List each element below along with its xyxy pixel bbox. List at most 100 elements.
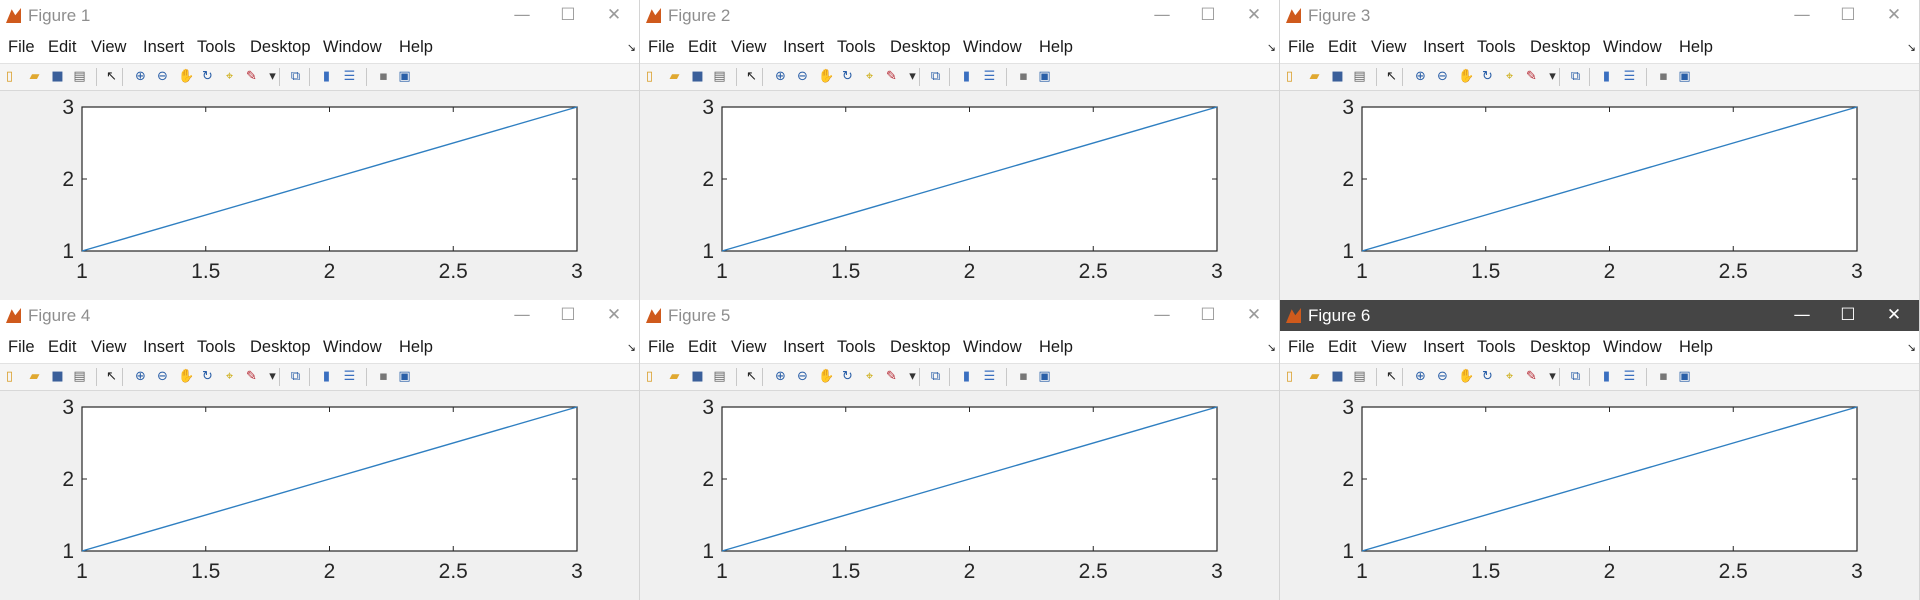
legend-icon[interactable]: ☰ (342, 69, 357, 84)
menu-insert[interactable]: Insert (1422, 331, 1465, 363)
new-figure-icon[interactable]: ▯ (1282, 69, 1297, 84)
zoom-out-icon[interactable]: ⊖ (1435, 69, 1450, 84)
minimize-button[interactable]: — (1779, 0, 1825, 31)
rotate-3d-icon[interactable]: ↻ (200, 69, 215, 84)
print-icon[interactable]: ▤ (72, 69, 87, 84)
brush-dropdown-icon[interactable]: ▾ (265, 369, 280, 384)
show-plot-tools-icon[interactable]: ▣ (397, 69, 412, 84)
pan-icon[interactable]: ✋ (1458, 369, 1474, 384)
link-plot-icon[interactable]: ⧉ (1568, 69, 1583, 84)
figure-window-4[interactable]: Figure 4 — ☐ ✕ ↘ File Edit View Insert Tools… (0, 300, 640, 600)
close-button[interactable]: ✕ (1871, 0, 1917, 31)
new-figure-icon[interactable]: ▯ (642, 69, 657, 84)
brush-dropdown-icon[interactable]: ▾ (905, 69, 920, 84)
close-button[interactable]: ✕ (1231, 0, 1277, 31)
save-icon[interactable]: ■ (1330, 369, 1345, 384)
save-icon[interactable]: ■ (690, 369, 705, 384)
brush-icon[interactable]: ✎ (244, 369, 259, 384)
link-plot-icon[interactable]: ⧉ (288, 369, 303, 384)
menu-file[interactable]: File (1287, 31, 1316, 63)
hide-plot-tools-icon[interactable]: ▪ (1016, 69, 1031, 84)
line-chart[interactable]: 1 1.5 2 2.5 3 1 2 3 (1280, 391, 1920, 600)
pan-icon[interactable]: ✋ (818, 369, 834, 384)
hide-plot-tools-icon[interactable]: ▪ (1016, 369, 1031, 384)
line-chart[interactable]: 1 1.5 2 2.5 3 1 2 3 (0, 391, 640, 600)
menu-view[interactable]: View (90, 31, 127, 63)
menu-window[interactable]: Window (322, 31, 383, 63)
save-icon[interactable]: ■ (1330, 69, 1345, 84)
maximize-button[interactable]: ☐ (1185, 300, 1231, 331)
menu-help[interactable]: Help (1038, 331, 1074, 363)
menu-overflow-icon[interactable]: ↘ (1907, 341, 1916, 354)
hide-plot-tools-icon[interactable]: ▪ (1656, 69, 1671, 84)
minimize-button[interactable]: — (1139, 300, 1185, 331)
line-chart[interactable]: 1 1.5 2 2.5 3 1 2 3 (640, 91, 1280, 300)
minimize-button[interactable]: — (499, 0, 545, 31)
minimize-button[interactable]: — (499, 300, 545, 331)
figure-window-5[interactable]: Figure 5 — ☐ ✕ ↘ File Edit View Insert Tools… (640, 300, 1280, 600)
menu-tools[interactable]: Tools (836, 31, 877, 63)
title-bar[interactable]: Figure 4 — ☐ ✕ (0, 300, 639, 331)
brush-icon[interactable]: ✎ (1524, 69, 1539, 84)
save-icon[interactable]: ■ (50, 69, 65, 84)
menu-insert[interactable]: Insert (142, 31, 185, 63)
rotate-3d-icon[interactable]: ↻ (200, 369, 215, 384)
menu-tools[interactable]: Tools (1476, 331, 1517, 363)
menu-desktop[interactable]: Desktop (889, 331, 952, 363)
menu-edit[interactable]: Edit (47, 31, 77, 63)
zoom-in-icon[interactable]: ⊕ (133, 369, 148, 384)
menu-file[interactable]: File (647, 331, 676, 363)
menu-insert[interactable]: Insert (1422, 31, 1465, 63)
legend-icon[interactable]: ☰ (342, 369, 357, 384)
menu-file[interactable]: File (1287, 331, 1316, 363)
title-bar[interactable]: Figure 1 — ☐ ✕ (0, 0, 639, 31)
menu-desktop[interactable]: Desktop (249, 31, 312, 63)
maximize-button[interactable]: ☐ (1185, 0, 1231, 31)
select-pointer-icon[interactable]: ↖ (104, 369, 119, 384)
show-plot-tools-icon[interactable]: ▣ (1677, 369, 1692, 384)
menu-help[interactable]: Help (1678, 31, 1714, 63)
hide-plot-tools-icon[interactable]: ▪ (376, 69, 391, 84)
menu-view[interactable]: View (730, 31, 767, 63)
menu-window[interactable]: Window (1602, 331, 1663, 363)
data-cursor-icon[interactable]: ⌖ (1502, 69, 1517, 84)
close-button[interactable]: ✕ (591, 0, 637, 31)
data-cursor-icon[interactable]: ⌖ (862, 369, 877, 384)
title-bar[interactable]: Figure 6 — ☐ ✕ (1280, 300, 1919, 331)
legend-icon[interactable]: ☰ (1622, 69, 1637, 84)
close-button[interactable]: ✕ (1231, 300, 1277, 331)
rotate-3d-icon[interactable]: ↻ (840, 369, 855, 384)
data-cursor-icon[interactable]: ⌖ (222, 369, 237, 384)
hide-plot-tools-icon[interactable]: ▪ (1656, 369, 1671, 384)
menu-insert[interactable]: Insert (142, 331, 185, 363)
zoom-out-icon[interactable]: ⊖ (795, 69, 810, 84)
zoom-in-icon[interactable]: ⊕ (1413, 369, 1428, 384)
colorbar-icon[interactable]: ▮ (959, 69, 974, 84)
menu-help[interactable]: Help (1038, 31, 1074, 63)
menu-view[interactable]: View (730, 331, 767, 363)
data-cursor-icon[interactable]: ⌖ (222, 69, 237, 84)
open-file-icon[interactable]: ▰ (1307, 369, 1322, 384)
menu-file[interactable]: File (7, 31, 36, 63)
colorbar-icon[interactable]: ▮ (319, 69, 334, 84)
menu-insert[interactable]: Insert (782, 31, 825, 63)
show-plot-tools-icon[interactable]: ▣ (1677, 69, 1692, 84)
line-chart[interactable]: 1 1.5 2 2.5 3 1 2 3 (1280, 91, 1920, 300)
brush-dropdown-icon[interactable]: ▾ (1545, 369, 1560, 384)
pan-icon[interactable]: ✋ (178, 69, 194, 84)
menu-view[interactable]: View (90, 331, 127, 363)
print-icon[interactable]: ▤ (1352, 69, 1367, 84)
print-icon[interactable]: ▤ (1352, 369, 1367, 384)
open-file-icon[interactable]: ▰ (667, 69, 682, 84)
colorbar-icon[interactable]: ▮ (319, 369, 334, 384)
menu-edit[interactable]: Edit (1327, 31, 1357, 63)
colorbar-icon[interactable]: ▮ (1599, 69, 1614, 84)
minimize-button[interactable]: — (1139, 0, 1185, 31)
line-chart[interactable]: 1 1.5 2 2.5 3 1 2 3 (0, 91, 640, 300)
rotate-3d-icon[interactable]: ↻ (1480, 69, 1495, 84)
menu-window[interactable]: Window (1602, 31, 1663, 63)
menu-edit[interactable]: Edit (47, 331, 77, 363)
menu-desktop[interactable]: Desktop (1529, 331, 1592, 363)
print-icon[interactable]: ▤ (712, 69, 727, 84)
zoom-in-icon[interactable]: ⊕ (1413, 69, 1428, 84)
